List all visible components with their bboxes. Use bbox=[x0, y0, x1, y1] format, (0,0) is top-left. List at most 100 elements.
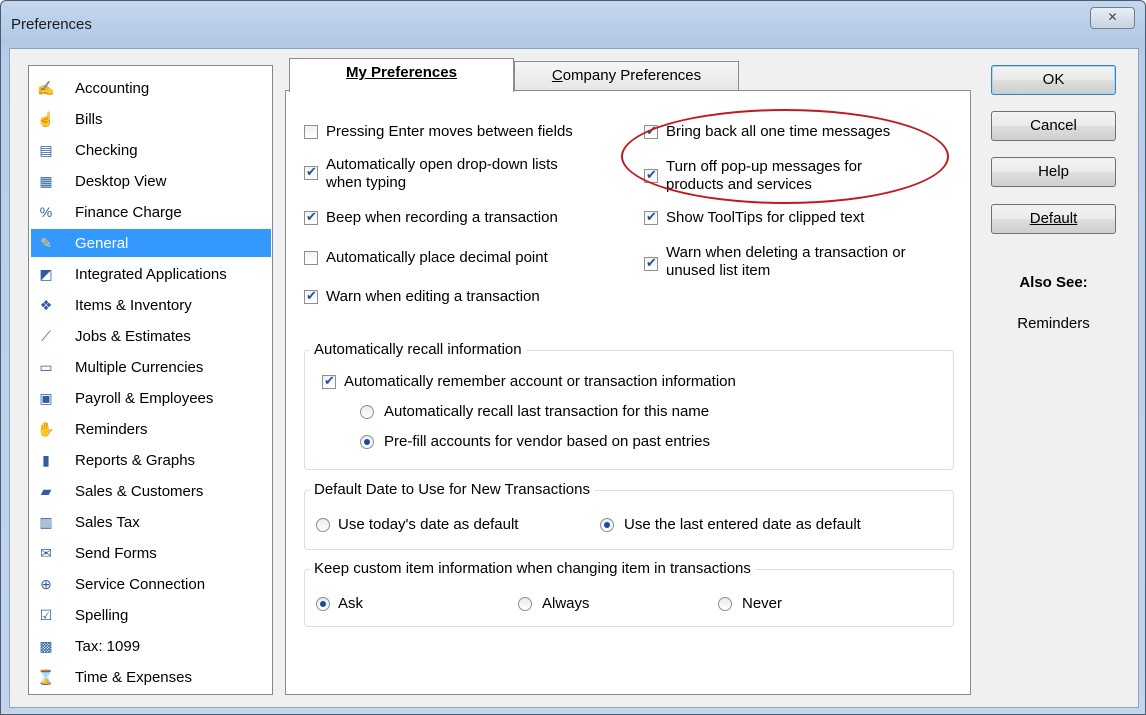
title-bar: Preferences ✕ bbox=[1, 1, 1145, 53]
reports-graphs-icon: ▮ bbox=[42, 451, 50, 468]
warn-deleting-checkbox[interactable] bbox=[644, 255, 658, 271]
close-icon: ✕ bbox=[1107, 10, 1118, 24]
custom-item-always-radio[interactable] bbox=[518, 597, 532, 611]
sidebar-item-tax-1099[interactable]: ▩ Tax: 1099 bbox=[31, 632, 271, 660]
help-button[interactable]: Help bbox=[991, 157, 1116, 187]
my-preferences-panel: Pressing Enter moves between fields Auto… bbox=[285, 90, 971, 695]
default-button[interactable]: Default bbox=[991, 204, 1116, 234]
items-inventory-icon: ❖ bbox=[39, 296, 53, 313]
bills-icon: ☝ bbox=[37, 110, 55, 127]
sidebar-item-label: Reports & Graphs bbox=[75, 451, 196, 469]
window-title: Preferences bbox=[11, 16, 92, 33]
cancel-button[interactable]: Cancel bbox=[991, 111, 1116, 141]
custom-item-ask-label: Ask bbox=[338, 595, 364, 612]
sidebar-item-accounting[interactable]: ✍ Accounting bbox=[31, 74, 271, 102]
payroll-employees-icon: ▣ bbox=[39, 389, 53, 406]
turn-off-popups-checkbox[interactable] bbox=[644, 167, 658, 183]
turn-off-popups-label: Turn off pop-up messages for products and… bbox=[666, 158, 862, 193]
pressing-enter-checkbox[interactable] bbox=[304, 125, 318, 139]
tax-1099-icon: ▩ bbox=[39, 637, 53, 654]
multiple-currencies-icon: ▭ bbox=[39, 358, 53, 375]
sidebar-item-label: Time & Expenses bbox=[75, 668, 192, 686]
beep-label: Beep when recording a transaction bbox=[326, 209, 558, 226]
reminders-icon: ✋ bbox=[37, 420, 55, 437]
sidebar-item-jobs-estimates[interactable]: ⟋ Jobs & Estimates bbox=[31, 322, 271, 350]
sidebar-item-general[interactable]: ✎ General bbox=[31, 229, 271, 257]
sidebar-item-label: Tax: 1099 bbox=[75, 637, 141, 655]
bring-back-messages-checkbox[interactable] bbox=[644, 123, 658, 139]
sidebar-item-send-forms[interactable]: ✉ Send Forms bbox=[31, 539, 271, 567]
sidebar-item-label: Finance Charge bbox=[75, 203, 182, 221]
ok-button[interactable]: OK bbox=[991, 65, 1116, 95]
prefill-accounts-label: Pre-fill accounts for vendor based on pa… bbox=[384, 433, 711, 450]
sales-customers-icon: ▰ bbox=[40, 482, 52, 499]
decimal-point-label: Automatically place decimal point bbox=[326, 249, 548, 266]
sidebar-item-label: Payroll & Employees bbox=[75, 389, 214, 407]
tab-my-preferences-label: My Preferences bbox=[346, 64, 457, 81]
prefill-accounts-radio[interactable] bbox=[360, 435, 374, 449]
sidebar-item-service-connection[interactable]: ⊕ Service Connection bbox=[31, 570, 271, 598]
sidebar-item-time-expenses[interactable]: ⌛ Time & Expenses bbox=[31, 663, 271, 691]
tab-company-preferences[interactable]: Company Preferences bbox=[514, 61, 739, 91]
also-see-reminders-link[interactable]: Reminders bbox=[991, 315, 1116, 332]
general-icon: ✎ bbox=[40, 234, 52, 251]
sidebar-item-items-inventory[interactable]: ❖ Items & Inventory bbox=[31, 291, 271, 319]
auto-open-dropdown-checkbox[interactable] bbox=[304, 164, 318, 180]
send-forms-icon: ✉ bbox=[40, 544, 52, 561]
show-tooltips-checkbox[interactable] bbox=[644, 209, 658, 225]
sidebar-item-label: Spelling bbox=[75, 606, 129, 624]
beep-checkbox[interactable] bbox=[304, 209, 318, 225]
use-today-date-radio[interactable] bbox=[316, 518, 330, 532]
remember-account-label: Automatically remember account or transa… bbox=[344, 373, 736, 390]
sidebar-item-label: Integrated Applications bbox=[75, 265, 227, 283]
tab-my-preferences[interactable]: My Preferences bbox=[289, 58, 514, 92]
sidebar-item-label: Items & Inventory bbox=[75, 296, 192, 314]
custom-item-never-radio[interactable] bbox=[718, 597, 732, 611]
recall-group-title: Automatically recall information bbox=[310, 341, 526, 359]
custom-item-always-label: Always bbox=[542, 595, 590, 612]
sidebar-item-payroll-employees[interactable]: ▣ Payroll & Employees bbox=[31, 384, 271, 412]
default-button-label: Default bbox=[1029, 210, 1078, 227]
use-last-date-radio[interactable] bbox=[600, 518, 614, 532]
service-connection-icon: ⊕ bbox=[40, 575, 52, 592]
close-button[interactable]: ✕ bbox=[1090, 7, 1135, 29]
sidebar-item-label: Checking bbox=[75, 141, 138, 159]
accounting-icon: ✍ bbox=[37, 79, 55, 96]
warn-deleting-label: Warn when deleting a transaction or unuse… bbox=[666, 244, 906, 279]
sidebar-item-label: Send Forms bbox=[75, 544, 157, 562]
sidebar-item-reminders[interactable]: ✋ Reminders bbox=[31, 415, 271, 443]
finance-charge-icon: % bbox=[39, 204, 53, 220]
integrated-applications-icon: ◩ bbox=[39, 265, 53, 282]
default-date-group-title: Default Date to Use for New Transactions bbox=[310, 481, 594, 499]
sidebar-item-label: Service Connection bbox=[75, 575, 206, 593]
sidebar-item-spelling[interactable]: ☑ Spelling bbox=[31, 601, 271, 629]
sidebar-item-desktop-view[interactable]: ▦ Desktop View bbox=[31, 167, 271, 195]
recall-last-transaction-label: Automatically recall last transaction fo… bbox=[384, 403, 710, 420]
custom-item-never-label: Never bbox=[742, 595, 783, 612]
recall-last-transaction-radio[interactable] bbox=[360, 405, 374, 419]
sidebar-item-label: Sales & Customers bbox=[75, 482, 204, 500]
decimal-point-checkbox[interactable] bbox=[304, 251, 318, 265]
checking-icon: ▤ bbox=[39, 141, 53, 158]
sidebar-item-checking[interactable]: ▤ Checking bbox=[31, 136, 271, 164]
custom-item-ask-radio[interactable] bbox=[316, 597, 330, 611]
sidebar-item-label: Multiple Currencies bbox=[75, 358, 204, 376]
bring-back-messages-label: Bring back all one time messages bbox=[666, 123, 891, 140]
warn-editing-checkbox[interactable] bbox=[304, 288, 318, 304]
sidebar-item-reports-graphs[interactable]: ▮ Reports & Graphs bbox=[31, 446, 271, 474]
sidebar-item-multiple-currencies[interactable]: ▭ Multiple Currencies bbox=[31, 353, 271, 381]
sidebar-item-label: Desktop View bbox=[75, 172, 167, 190]
sidebar-item-integrated-applications[interactable]: ◩ Integrated Applications bbox=[31, 260, 271, 288]
sidebar-item-sales-tax[interactable]: ▥ Sales Tax bbox=[31, 508, 271, 536]
sidebar-item-bills[interactable]: ☝ Bills bbox=[31, 105, 271, 133]
spelling-icon: ☑ bbox=[39, 606, 53, 623]
auto-open-dropdown-label: Automatically open drop-down lists when t… bbox=[326, 156, 558, 191]
sidebar-item-label: Jobs & Estimates bbox=[75, 327, 191, 345]
remember-account-checkbox[interactable] bbox=[322, 373, 336, 389]
use-last-date-label: Use the last entered date as default bbox=[624, 516, 861, 533]
sidebar-item-sales-customers[interactable]: ▰ Sales & Customers bbox=[31, 477, 271, 505]
sidebar-item-finance-charge[interactable]: % Finance Charge bbox=[31, 198, 271, 226]
sales-tax-icon: ▥ bbox=[39, 513, 53, 530]
pressing-enter-label: Pressing Enter moves between fields bbox=[326, 123, 573, 140]
sidebar-item-label: Bills bbox=[75, 110, 103, 128]
